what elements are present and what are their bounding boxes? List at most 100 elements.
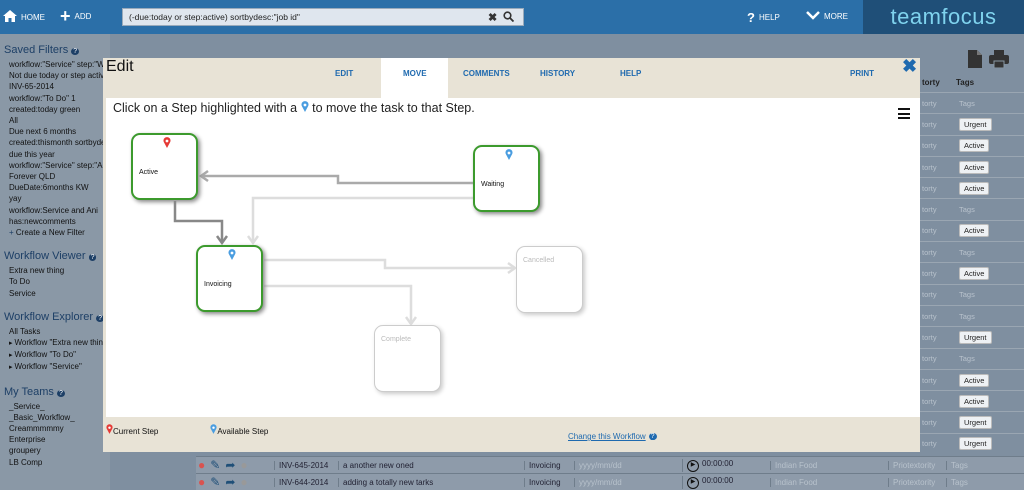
saved-filter-item[interactable]: All	[4, 115, 107, 126]
tag-badge[interactable]: Active	[959, 181, 990, 195]
home-icon	[3, 10, 17, 24]
team-item[interactable]: Creammmmmy	[4, 423, 107, 434]
tag-badge[interactable]: Urgent	[959, 416, 992, 430]
table-row: torty Active	[920, 368, 1024, 390]
tag-badge[interactable]: Active	[959, 224, 990, 238]
step-invoicing[interactable]: Invoicing	[196, 245, 263, 312]
delete-icon[interactable]: ●	[198, 475, 205, 489]
saved-filter-item[interactable]: due this year	[4, 149, 107, 160]
saved-filter-item[interactable]: created:thismonth sortbydesc	[4, 137, 107, 148]
cell-date[interactable]: yyyy/mm/dd	[574, 460, 682, 470]
saved-filter-item[interactable]: Forever QLD	[4, 171, 107, 182]
tag-badge[interactable]: Active	[959, 139, 990, 153]
cell-name: adding a totally new tarks	[338, 477, 524, 487]
saved-filter-item[interactable]: Not due today or step active	[4, 70, 107, 81]
tab-history[interactable]: HISTORY	[540, 69, 575, 78]
saved-filter-item[interactable]: created:today green	[4, 104, 107, 115]
edit-icon[interactable]: ✎	[210, 458, 220, 472]
step-label: Waiting	[481, 181, 505, 188]
tab-print[interactable]: PRINT	[850, 69, 874, 78]
priority-cell: torty	[922, 375, 937, 385]
saved-filter-item[interactable]: INV-65-2014	[4, 81, 107, 92]
table-row[interactable]: ● ✎ ➦ ● INV-645-2014 a another new oned Invoic…	[196, 456, 1024, 473]
workflow-explorer-item[interactable]: ▸ Workflow "Service"	[4, 361, 107, 373]
tab-help[interactable]: HELP	[620, 69, 641, 78]
saved-filter-item[interactable]: workflow:"Service" step:"Waiting"	[4, 59, 107, 70]
search-icon[interactable]	[503, 10, 515, 24]
priority-cell: torty	[922, 119, 937, 129]
tab-move[interactable]: MOVE	[403, 69, 427, 78]
help-button[interactable]: ? HELP	[747, 10, 780, 25]
document-icon[interactable]	[967, 50, 983, 70]
share-icon[interactable]: ➦	[225, 475, 235, 489]
workflow-viewer-item[interactable]: To Do	[4, 276, 107, 287]
team-item[interactable]: _Service_	[4, 401, 107, 412]
change-workflow-link[interactable]: Change this Workflow ?	[568, 432, 657, 441]
delete-icon[interactable]: ●	[198, 458, 205, 472]
priority-cell: torty	[922, 290, 937, 300]
tag-badge[interactable]: Urgent	[959, 437, 992, 451]
team-item[interactable]: LB Comp	[4, 457, 107, 468]
clear-search-icon[interactable]: ✖	[488, 11, 497, 24]
workflow-viewer-item[interactable]: Extra new thing	[4, 265, 107, 276]
table-row: torty Active	[920, 219, 1024, 241]
play-icon[interactable]: ▶	[687, 476, 699, 489]
home-button[interactable]: HOME	[3, 10, 45, 24]
workflow-explorer-item[interactable]: ▸ Workflow "To Do"	[4, 349, 107, 361]
edit-icon[interactable]: ✎	[210, 475, 220, 489]
comment-icon[interactable]: ●	[240, 458, 247, 472]
column-header-priority[interactable]: torty	[922, 78, 956, 87]
team-item[interactable]: groupery	[4, 445, 107, 456]
column-header-tags[interactable]: Tags	[956, 78, 974, 87]
step-waiting[interactable]: Waiting	[473, 145, 540, 212]
saved-filter-list: workflow:"Service" step:"Waiting"Not due…	[4, 59, 107, 227]
tag-badge[interactable]: Active	[959, 267, 990, 281]
table-row[interactable]: ● ✎ ➦ ● INV-644-2014 adding a totally new tar…	[196, 473, 1024, 490]
legend-current: Current Step	[106, 424, 158, 436]
team-item[interactable]: Enterprise	[4, 434, 107, 445]
saved-filter-item[interactable]: DueDate:6months KW	[4, 182, 107, 193]
teamfocus-logo[interactable]: teamfocus	[863, 0, 1024, 34]
saved-filter-item[interactable]: yay	[4, 193, 107, 204]
create-filter-link[interactable]: + Create a New Filter	[4, 227, 107, 238]
tags-placeholder: Tags	[959, 290, 975, 300]
comment-icon[interactable]: ●	[240, 475, 247, 489]
workflow-explorer-list: All Tasks ▸ Workflow "Extra new thing" ▸ W…	[4, 326, 107, 374]
home-label: HOME	[21, 12, 45, 22]
team-item[interactable]: _Basic_Workflow_	[4, 412, 107, 423]
saved-filter-item[interactable]: workflow:Service and Ani	[4, 205, 107, 216]
saved-filter-item[interactable]: Due next 6 months	[4, 126, 107, 137]
saved-filter-item[interactable]: has:newcomments	[4, 216, 107, 227]
tag-badge[interactable]: Urgent	[959, 330, 992, 344]
share-icon[interactable]: ➦	[225, 458, 235, 472]
edit-dialog: Edit EDIT MOVE COMMENTS HISTORY HELP PRI…	[103, 56, 920, 452]
tag-badge[interactable]: Active	[959, 373, 990, 387]
more-button[interactable]: MORE	[806, 10, 848, 22]
close-icon[interactable]: ✖	[902, 56, 917, 77]
tag-badge[interactable]: Active	[959, 160, 990, 174]
printer-icon[interactable]	[989, 50, 1009, 70]
workflow-explorer-label: Workflow "To Do"	[14, 350, 77, 360]
help-circle-icon[interactable]: ?	[648, 433, 657, 440]
current-pin-icon	[163, 137, 171, 150]
tab-comments[interactable]: COMMENTS	[463, 69, 510, 78]
workflow-explorer-item[interactable]: ▸ Workflow "Extra new thing"	[4, 337, 107, 349]
help-circle-icon[interactable]: ?	[88, 254, 97, 262]
workflow-explorer-item[interactable]: All Tasks	[4, 326, 107, 337]
tag-badge[interactable]: Urgent	[959, 117, 992, 131]
tab-edit[interactable]: EDIT	[335, 69, 353, 78]
help-circle-icon[interactable]: ?	[56, 389, 65, 397]
workflow-viewer-item[interactable]: Service	[4, 288, 107, 299]
play-icon[interactable]: ▶	[687, 459, 699, 472]
step-cancelled: Cancelled	[516, 246, 583, 313]
help-circle-icon[interactable]: ?	[71, 48, 80, 55]
add-button[interactable]: + ADD	[60, 7, 91, 25]
saved-filter-item[interactable]: workflow:"Service" step:"A	[4, 160, 107, 171]
time-value: 00:00:00	[702, 475, 734, 485]
workflow-viewer-list: Extra new thing To Do Service	[4, 265, 107, 299]
saved-filter-item[interactable]: workflow:"To Do" 1	[4, 93, 107, 104]
tag-badge[interactable]: Active	[959, 394, 990, 408]
search-input[interactable]: (-due:today or step:active) sortbydesc:"…	[122, 8, 524, 26]
cell-date[interactable]: yyyy/mm/dd	[574, 477, 682, 487]
connector-invoicing-cancelled	[264, 258, 515, 270]
